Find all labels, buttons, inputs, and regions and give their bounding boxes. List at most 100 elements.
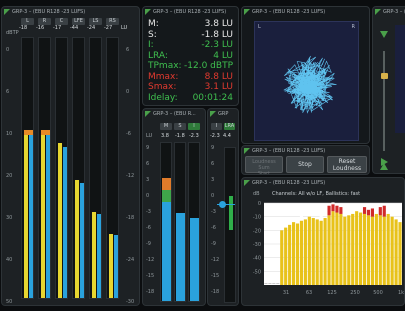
lra-value: 4.4 <box>223 133 231 139</box>
scale-label: -3 <box>211 209 216 215</box>
rta-bar <box>374 213 378 285</box>
lra-range-bar <box>229 196 233 230</box>
unit-label: LU <box>146 133 153 139</box>
scale-label: 30 <box>6 215 13 221</box>
rta-bar <box>378 215 382 285</box>
channel-value: -44 <box>70 25 79 31</box>
panel-title: GRP-3 – (EBU R128 -23 LUFS) <box>2 7 139 17</box>
rta-y-tick: -10 <box>253 215 261 221</box>
msi-value: -1.8 <box>175 133 185 139</box>
channel-header-c: C <box>55 18 68 25</box>
rta-peak-hold <box>323 213 327 215</box>
rta-bar <box>315 219 319 285</box>
channel-meter-l <box>21 37 34 299</box>
scale-label: 0 <box>6 47 10 53</box>
scale-label: -30 <box>126 299 135 305</box>
loudness-sum-start-button[interactable]: Loudness Sum Start <box>245 156 283 174</box>
rta-bar <box>398 222 402 285</box>
rta-bar <box>303 219 307 285</box>
rta-peak-hold <box>288 220 292 222</box>
rta-peak-segment <box>378 207 382 216</box>
loudness-readout-panel: GRP-3 – (EBU R128 -23 LUFS) M: 3.8 LU S: -1… <box>142 6 239 106</box>
readout-value: 4 LU <box>213 50 233 61</box>
readout-value: -12.0 dBTP <box>184 61 233 71</box>
channel-level-bar <box>75 180 79 298</box>
readout-label: Smax: <box>148 82 177 92</box>
loudness-controls-panel: GRP-3 – (EBU R128 -23 LUFS) Loudness Sum… <box>241 145 370 175</box>
scale-label: 10 <box>6 131 13 137</box>
rta-peak-segment <box>370 208 374 217</box>
channel-meter-rs <box>106 37 119 299</box>
rta-x-tick: 125 <box>327 290 337 296</box>
msi-value: 3.8 <box>161 133 169 139</box>
scale-label: 0 <box>146 193 150 199</box>
rta-y-tick: -30 <box>253 242 261 248</box>
rta-peak-hold <box>303 214 307 216</box>
scale-label: 9 <box>146 145 150 151</box>
rta-peak-hold <box>394 214 398 216</box>
rta-peak-hold <box>311 213 315 215</box>
scale-label: -9 <box>211 241 216 247</box>
scale-label: 0 <box>211 193 215 199</box>
rta-y-tick: -40 <box>253 256 261 262</box>
scale-label: -12 <box>211 257 220 263</box>
rta-x-tick: 63 <box>306 290 312 296</box>
rta-peak-hold <box>292 217 296 219</box>
rta-bar <box>307 216 311 285</box>
channel-level-bar-secondary <box>29 135 33 298</box>
stop-button[interactable]: Stop <box>286 156 324 173</box>
msi-meter-i <box>188 142 200 302</box>
rta-peak-hold <box>319 216 323 218</box>
readout-label: S: <box>148 29 157 40</box>
reset-loudness-button[interactable]: Reset Loudness <box>327 156 367 173</box>
msi-level-orange <box>162 178 171 190</box>
panel-title: GRP-3 – (EBU R... <box>143 109 205 119</box>
rta-peak-hold <box>374 209 378 211</box>
rta-peak-hold <box>307 211 311 213</box>
channel-value: -24 <box>87 25 96 31</box>
scale-label: -6 <box>126 131 131 137</box>
rta-bar <box>327 215 331 285</box>
rta-peak-hold <box>359 207 363 209</box>
rta-bar <box>394 219 398 285</box>
lra-header-i: I <box>211 123 222 130</box>
readout-value: -2.3 LU <box>201 40 233 50</box>
vectorscope-panel: GRP-3 – (EBU R128 -23 LUFS) L R <box>241 6 370 144</box>
scale-label: 50 <box>6 299 13 305</box>
fader-handle[interactable] <box>381 73 388 79</box>
rta-bar <box>347 215 351 285</box>
fader-arrow-right[interactable] <box>381 158 388 166</box>
rta-peak-segment <box>366 209 371 216</box>
rta-bar <box>382 216 386 285</box>
rta-bar <box>386 213 390 285</box>
rta-peak-segment <box>327 205 331 216</box>
rta-peak-hold <box>382 203 386 205</box>
scale-label: 6 <box>6 89 10 95</box>
msi-meter-s <box>174 142 186 302</box>
lra-header-lra: LRA <box>224 123 235 130</box>
scale-label: -18 <box>126 215 135 221</box>
msi-header-s: S <box>174 123 186 130</box>
fader-panel: GRP-3 – (EBU R <box>372 6 405 174</box>
rta-peak-hold <box>299 216 304 218</box>
channel-meter-c <box>55 37 68 299</box>
channel-level-bar <box>41 130 45 298</box>
rta-peak-hold <box>347 210 351 212</box>
rta-y-tick: 0 <box>258 201 261 207</box>
scale-label: 6 <box>211 161 215 167</box>
fader-arrow-top[interactable] <box>380 31 388 38</box>
vectorscope-display: L R <box>254 21 359 141</box>
fader-track[interactable] <box>383 51 385 151</box>
channel-value: -17 <box>53 25 62 31</box>
msi-meter-panel: GRP-3 – (EBU R... MSI LU 3.8 -1.8 -2.3 9 6 3… <box>142 108 206 306</box>
readout-label: I: <box>148 40 154 50</box>
scale-label: -24 <box>126 257 135 263</box>
rta-bar <box>323 218 327 285</box>
msi-header-m: M <box>160 123 172 130</box>
channel-value: -16 <box>36 25 45 31</box>
rta-peak-hold <box>280 225 284 227</box>
channel-level-bar <box>24 130 28 298</box>
rta-bar <box>331 211 335 285</box>
rta-peak-hold <box>284 222 288 224</box>
msi-level-bar <box>162 202 171 301</box>
